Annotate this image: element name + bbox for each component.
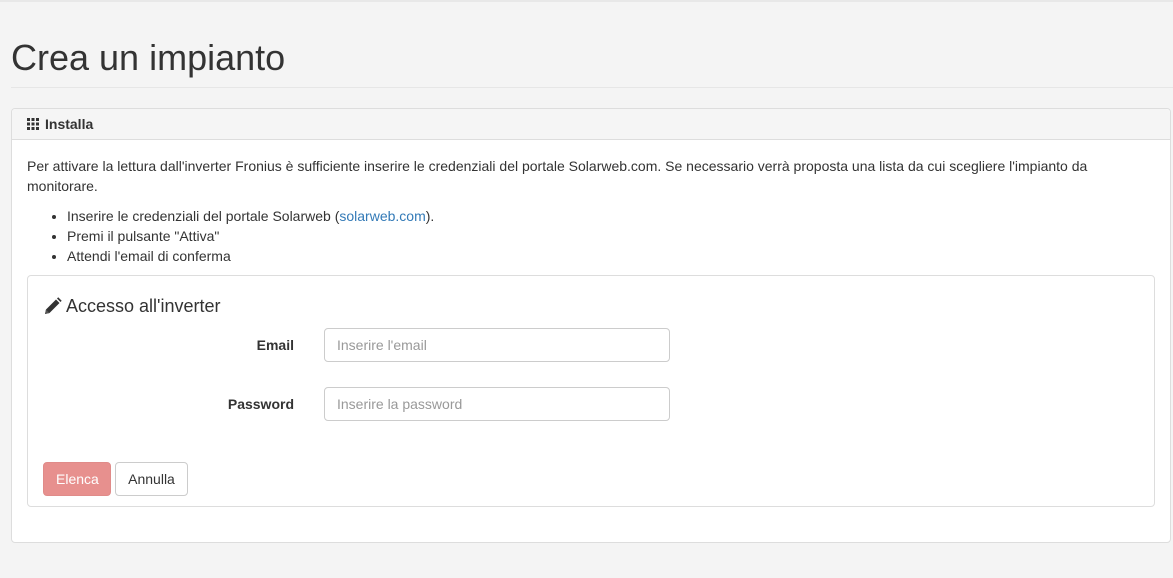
- email-label: Email: [256, 337, 294, 353]
- cancel-button[interactable]: Annulla: [115, 462, 188, 496]
- list-button[interactable]: Elenca: [43, 462, 111, 496]
- page-title: Crea un impianto: [11, 37, 286, 78]
- list-item: Attendi l'email di conferma: [67, 246, 1155, 266]
- step1-suffix: ).: [425, 208, 435, 224]
- password-row: Password: [28, 387, 1154, 421]
- solarweb-link[interactable]: solarweb.com: [339, 208, 425, 224]
- title-divider: [11, 87, 1173, 88]
- steps-list: Inserire le credenziali del portale Sola…: [27, 206, 1155, 266]
- panel-heading: Installa: [12, 109, 1170, 140]
- panel-body: Per attivare la lettura dall'inverter Fr…: [12, 140, 1170, 281]
- install-panel: Installa Per attivare la lettura dall'in…: [11, 108, 1171, 543]
- intro-text: Per attivare la lettura dall'inverter Fr…: [27, 158, 1088, 194]
- step1-prefix: Inserire le credenziali del portale Sola…: [67, 208, 340, 224]
- list-item: Inserire le credenziali del portale Sola…: [67, 206, 1155, 226]
- password-label: Password: [227, 396, 294, 412]
- th-grid-icon: [27, 118, 39, 130]
- password-input[interactable]: [324, 387, 670, 421]
- pencil-icon: [43, 297, 62, 316]
- form-title: Accesso all'inverter: [43, 296, 221, 317]
- list-item: Premi il pulsante "Attiva": [67, 226, 1155, 246]
- form-title-label: Accesso all'inverter: [66, 296, 221, 316]
- panel-heading-label: Installa: [45, 116, 94, 132]
- email-input[interactable]: [324, 328, 670, 362]
- email-row: Email: [28, 328, 1154, 362]
- inverter-access-box: Accesso all'inverter Email Password Elen…: [27, 275, 1155, 507]
